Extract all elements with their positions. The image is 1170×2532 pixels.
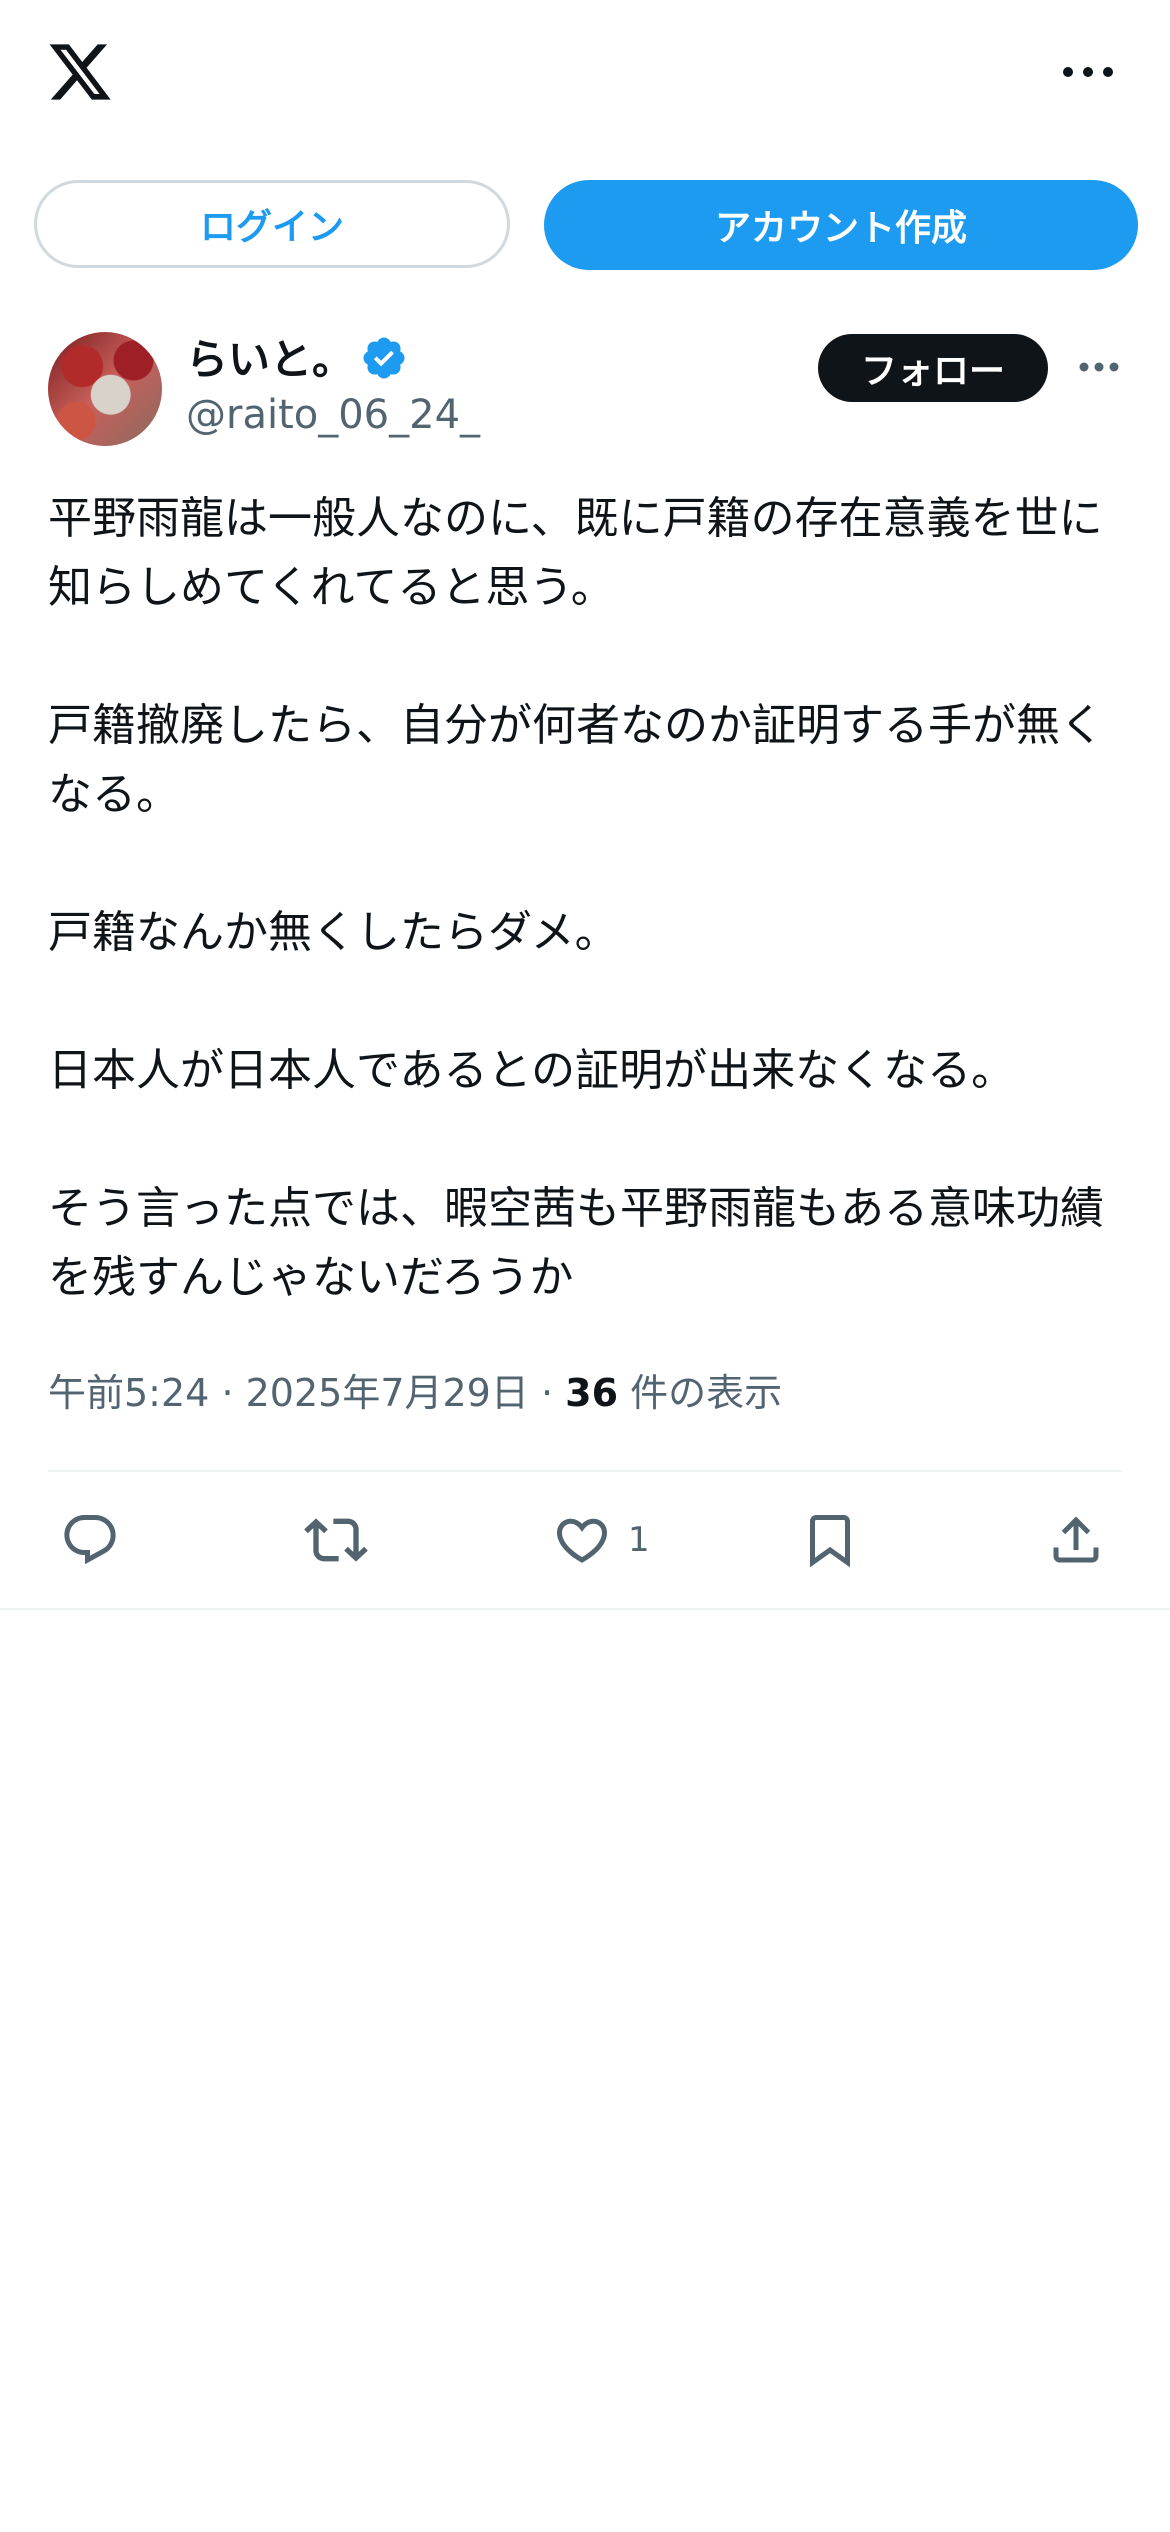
tweet-paragraph: 戸籍撤廃したら、自分が何者なのか証明する手が無くなる。 <box>48 700 1104 820</box>
share-button[interactable] <box>1046 1500 1106 1580</box>
divider <box>48 1470 1122 1472</box>
follow-button[interactable]: フォロー <box>818 334 1048 402</box>
views-label: 件の表示 <box>630 1371 783 1415</box>
display-name[interactable]: らいと。 <box>186 326 354 387</box>
tweet-paragraph: 平野雨龍は一般人なのに、既に戸籍の存在意義を世に知らしめてくれてると思う。 <box>48 493 1103 613</box>
top-bar <box>0 0 1170 150</box>
login-button[interactable]: ログイン <box>34 180 510 268</box>
like-button[interactable]: 1 <box>552 1500 650 1580</box>
tweet-more-icon[interactable] <box>1078 352 1120 382</box>
tweet-paragraph: 日本人が日本人であるとの証明が出来なくなる。 <box>48 1045 1016 1096</box>
user-handle[interactable]: @raito_06_24_ <box>186 392 480 438</box>
tweet-time[interactable]: 午前5:24 <box>48 1371 209 1415</box>
views-count: 36 <box>565 1371 619 1415</box>
reply-icon <box>64 1515 116 1565</box>
meta-separator: · <box>221 1371 234 1415</box>
retweet-button[interactable] <box>304 1500 368 1580</box>
like-count: 1 <box>628 1520 650 1560</box>
tweet-paragraph: そう言った点では、暇空茜も平野雨龍もある意味功績を残すんじゃないだろうか <box>48 1183 1104 1303</box>
divider <box>0 1608 1170 1610</box>
reply-button[interactable] <box>60 1500 120 1580</box>
bookmark-icon <box>810 1515 850 1568</box>
action-bar: 1 <box>0 1500 1170 1580</box>
x-logo-icon[interactable] <box>46 38 114 106</box>
meta-separator: · <box>540 1371 554 1415</box>
bookmark-button[interactable] <box>800 1500 860 1580</box>
more-horizontal-icon[interactable] <box>1060 52 1116 92</box>
avatar[interactable] <box>48 332 162 446</box>
share-icon <box>1053 1516 1099 1563</box>
verified-badge-icon <box>363 337 405 379</box>
heart-icon <box>556 1518 608 1563</box>
retweet-icon <box>304 1518 368 1562</box>
tweet-meta: 午前5:24 · 2025年7月29日 · 36 件の表示 <box>48 1362 782 1417</box>
create-account-button[interactable]: アカウント作成 <box>544 180 1138 270</box>
tweet-paragraph: 戸籍なんか無くしたらダメ。 <box>48 907 619 958</box>
tweet-date[interactable]: 2025年7月29日 <box>246 1371 529 1415</box>
tweet-text: 平野雨龍は一般人なのに、既に戸籍の存在意義を世に知らしめてくれてると思う。 戸籍… <box>48 484 1138 1312</box>
